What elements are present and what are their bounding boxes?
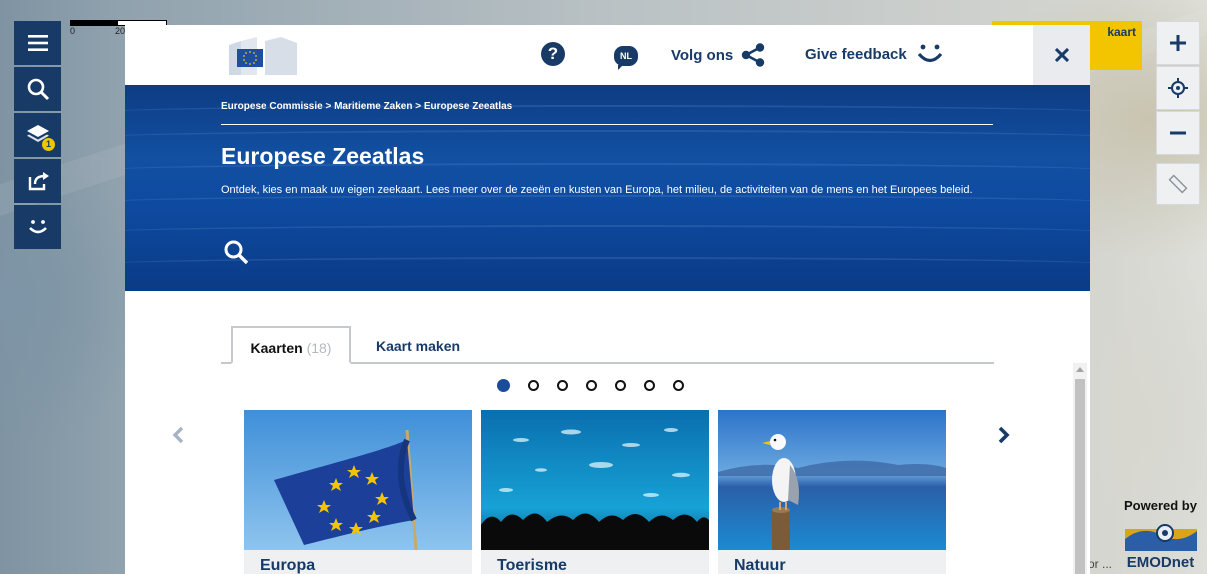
tab-maps[interactable]: Kaarten (18) (231, 326, 351, 364)
layers-button[interactable]: 1 (14, 113, 61, 157)
plus-icon (1170, 35, 1186, 51)
search-icon (27, 78, 49, 101)
measure-button[interactable] (1156, 163, 1200, 205)
share-icon (28, 172, 49, 191)
map-card-tourism[interactable]: Toerisme (481, 410, 709, 574)
breadcrumb[interactable]: Europese Commissie > Maritieme Zaken > E… (221, 101, 512, 112)
map-card-label: Europa (260, 557, 316, 574)
follow-us-button[interactable]: Volg ons (671, 43, 765, 67)
smiley-icon (917, 44, 942, 63)
aquarium-image (481, 410, 709, 550)
page-title: Europese Zeeatlas (221, 143, 425, 169)
carousel-pagination (497, 379, 684, 392)
layers-count-badge: 1 (42, 138, 55, 151)
tab-make-map[interactable]: Kaart maken (376, 326, 460, 362)
hero-banner: Europese Commissie > Maritieme Zaken > E… (125, 85, 1090, 291)
hamburger-icon (27, 35, 48, 51)
seagull-image (718, 410, 946, 550)
carousel-prev-icon[interactable] (169, 424, 189, 446)
scroll-up-icon[interactable] (1076, 367, 1084, 372)
feedback-side-button[interactable] (14, 205, 61, 249)
language-selector[interactable]: NL (614, 46, 638, 70)
carousel-dot[interactable] (644, 380, 655, 391)
close-icon (1054, 48, 1069, 62)
tab-maps-count: (18) (306, 340, 332, 356)
eu-flag-image (244, 410, 472, 550)
help-icon[interactable]: ? (541, 42, 565, 66)
menu-button[interactable] (14, 21, 61, 65)
emodnet-label: EMODnet (1126, 554, 1195, 571)
atlas-modal: ? NL Volg ons Give feedback Europese Com… (125, 25, 1090, 574)
content-tabs: Kaarten (18) Kaart maken (221, 326, 994, 364)
give-feedback-label: Give feedback (805, 45, 907, 63)
modal-scrollbar[interactable] (1073, 363, 1087, 574)
give-feedback-button[interactable]: Give feedback (805, 43, 943, 65)
tab-maps-label: Kaarten (250, 340, 303, 356)
smiley-icon (28, 220, 47, 234)
carousel-dot[interactable] (673, 380, 684, 391)
carousel-next-icon[interactable] (993, 424, 1013, 446)
modal-header: ? NL Volg ons Give feedback (125, 25, 1090, 85)
carousel-dot[interactable] (528, 380, 539, 391)
close-modal-button[interactable] (1033, 25, 1090, 85)
left-toolbar: 1 (14, 21, 61, 251)
map-card-nature[interactable]: Natuur (718, 410, 946, 574)
emodnet-logo-icon (1124, 524, 1197, 551)
scale-label-start: 0 (70, 26, 76, 36)
share-nodes-icon (742, 43, 765, 67)
carousel-dot[interactable] (586, 380, 597, 391)
search-icon[interactable] (223, 239, 249, 265)
crosshair-icon (1168, 78, 1188, 98)
carousel-dot[interactable] (615, 380, 626, 391)
scrollbar-thumb[interactable] (1075, 379, 1085, 574)
hero-divider (221, 124, 993, 125)
zoom-out-button[interactable] (1156, 111, 1200, 155)
map-card-europe[interactable]: Europa (244, 410, 472, 574)
scale-label-mid: 20 (115, 26, 126, 36)
map-card-label: Toerisme (497, 557, 567, 574)
search-button[interactable] (14, 67, 61, 111)
follow-us-label: Volg ons (671, 46, 734, 64)
carousel-dot[interactable] (557, 380, 568, 391)
locate-button[interactable] (1156, 66, 1200, 110)
powered-by-emodnet[interactable]: Powered by EMODnet (1118, 498, 1203, 571)
hero-description: Ontdek, kies en maak uw eigen zeekaart. … (221, 184, 973, 196)
map-card-label: Natuur (734, 557, 786, 574)
map-attribution[interactable]: or ... (1088, 557, 1112, 571)
minus-icon (1170, 131, 1186, 135)
european-commission-logo-icon[interactable] (223, 35, 299, 75)
powered-by-label: Powered by (1124, 498, 1197, 513)
share-button[interactable] (14, 159, 61, 203)
zoom-in-button[interactable] (1156, 21, 1200, 65)
carousel-dot[interactable] (497, 379, 510, 392)
ruler-icon (1168, 174, 1188, 194)
